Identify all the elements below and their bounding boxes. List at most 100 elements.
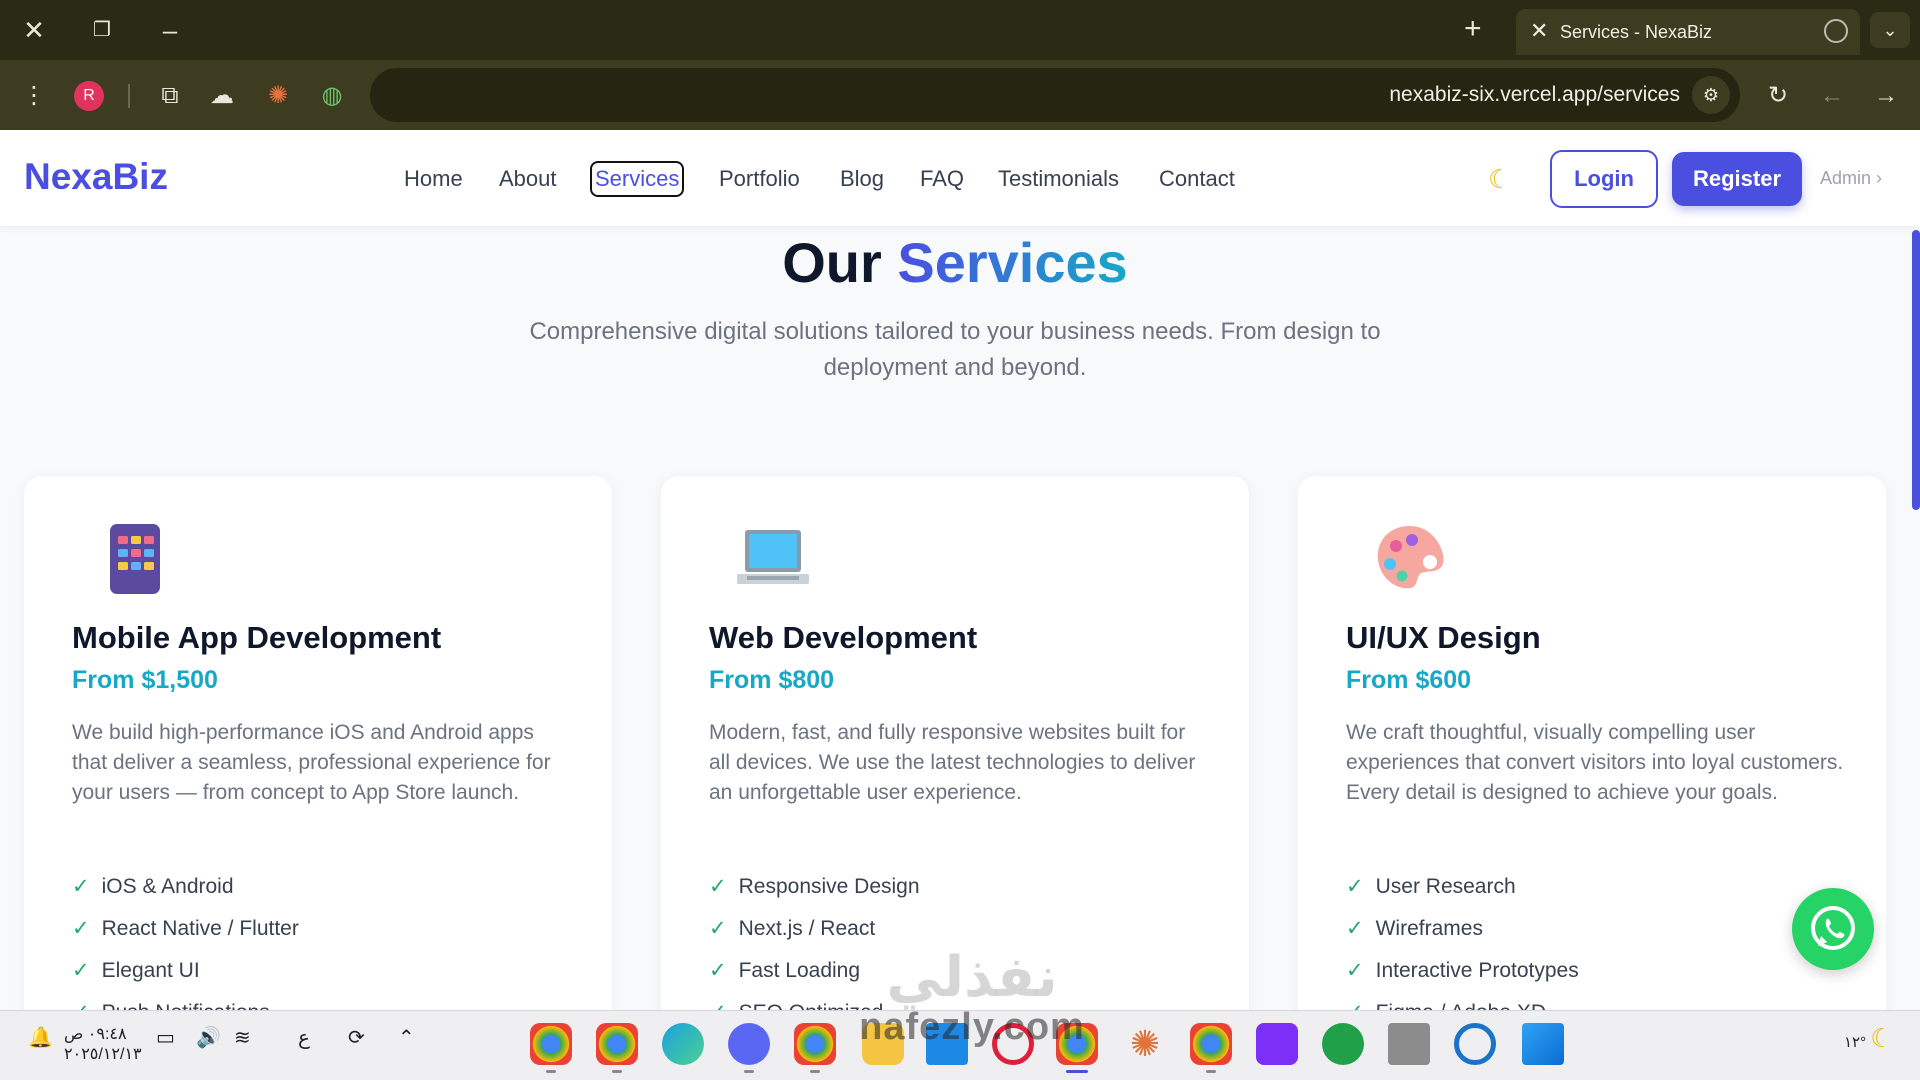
check-icon: ✓ [72, 959, 90, 982]
feature-label: Responsive Design [738, 875, 920, 898]
feature-item: ✓ iOS & Android [72, 874, 299, 916]
battery-icon[interactable]: ▭ [156, 1025, 175, 1050]
title-services: Services [897, 231, 1128, 294]
watermark-latin: nafezly.com [859, 1006, 1085, 1048]
check-icon: ✓ [1346, 1001, 1364, 1010]
extensions-icon[interactable]: ⧉ [154, 80, 186, 112]
extension-planet-icon[interactable]: ◍ [316, 80, 348, 112]
chrome-profile-orange-icon[interactable] [794, 1023, 836, 1073]
nav-link-portfolio[interactable]: Portfolio [719, 166, 800, 192]
tab-close-icon[interactable]: ✕ [1530, 18, 1548, 44]
site-logo[interactable]: NexaBiz [24, 156, 168, 198]
address-bar[interactable]: nexabiz-six.vercel.app/services ⚙ [370, 68, 1740, 122]
browser-menu-icon[interactable]: ⋮ [18, 80, 50, 112]
feature-item: ✓ Responsive Design [709, 874, 920, 916]
taskview-icon[interactable] [1388, 1023, 1430, 1065]
service-price: From $600 [1346, 666, 1472, 694]
nav-link-home[interactable]: Home [404, 166, 463, 192]
site-navbar: NexaBiz Home About Services Portfolio Bl… [0, 130, 1920, 226]
feature-label: Fast Loading [738, 959, 861, 982]
feature-list: ✓ User Research ✓ Wireframes ✓ Interactive … [1346, 874, 1579, 1010]
service-description: We craft thoughtful, visually compelling… [1346, 721, 1844, 804]
feature-label: Wireframes [1375, 917, 1483, 940]
feature-item: ✓ User Research [1346, 874, 1579, 916]
laptop-icon [737, 530, 809, 584]
chrome-profile-r-icon[interactable] [596, 1023, 638, 1073]
feature-label: Elegant UI [101, 959, 200, 982]
tablet-app-icon [110, 524, 160, 594]
window-minimize-icon[interactable]: – [148, 12, 192, 48]
page-viewport: NexaBiz Home About Services Portfolio Bl… [0, 130, 1920, 1010]
feature-item: ✓ Interactive Prototypes [1346, 958, 1579, 1000]
windows-start-icon[interactable] [1522, 1023, 1564, 1065]
notification-bell-icon[interactable]: 🔔 [28, 1025, 53, 1050]
chrome-profile-a-icon[interactable] [530, 1023, 572, 1073]
browser-tab[interactable]: ✕ Services - NexaBiz [1516, 9, 1860, 55]
register-button[interactable]: Register [1672, 152, 1802, 206]
service-price: From $800 [709, 666, 835, 694]
page-title: Our Services [0, 230, 1910, 295]
nav-link-faq[interactable]: FAQ [920, 166, 964, 192]
remote-app-icon[interactable] [1256, 1023, 1298, 1065]
check-icon: ✓ [1346, 917, 1364, 940]
window-close-icon[interactable]: ✕ [12, 12, 56, 48]
chevron-up-icon[interactable]: ⌃ [398, 1025, 415, 1050]
page-scrollbar[interactable] [1912, 230, 1920, 510]
tab-search-chevron-icon[interactable]: ⌄ [1870, 12, 1910, 48]
feature-label: Figma / Adobe XD [1376, 1001, 1546, 1010]
whatsapp-chat-button[interactable] [1792, 888, 1874, 970]
profile-avatar[interactable]: R [74, 81, 104, 111]
nav-link-testimonials[interactable]: Testimonials [998, 166, 1119, 192]
window-restore-icon[interactable]: ❐ [80, 12, 124, 48]
wifi-icon[interactable]: ≋ [234, 1025, 251, 1050]
taskbar-clock[interactable]: ٠٩:٤٨ ص ٢٠٢٥/١٢/١٣ [64, 1025, 142, 1065]
check-icon: ✓ [709, 959, 727, 982]
sync-icon[interactable]: ⟳ [348, 1025, 365, 1050]
service-price: From $1,500 [72, 666, 218, 694]
login-button[interactable]: Login [1550, 150, 1658, 208]
reload-icon[interactable]: ↻ [1762, 80, 1794, 112]
weather-widget[interactable]: ١٢° ☾ [1844, 1023, 1894, 1054]
service-card-web: Web Development From $800 Modern, fast, … [661, 476, 1249, 1010]
nav-link-blog[interactable]: Blog [840, 166, 884, 192]
browser-tab-bar: ✕ ❐ – + ✕ Services - NexaBiz ⌄ [0, 0, 1920, 60]
url-text[interactable]: nexabiz-six.vercel.app/services [1389, 83, 1680, 107]
back-arrow-icon[interactable]: ← [1816, 80, 1848, 112]
edge-icon[interactable] [662, 1023, 704, 1065]
terminal-chat-icon[interactable] [728, 1023, 770, 1073]
weather-moon-icon: ☾ [1870, 1023, 1894, 1053]
service-description: Modern, fast, and fully responsive websi… [709, 721, 1196, 804]
watermark-arabic: نفذلي [886, 945, 1058, 1010]
title-our: Our [782, 231, 898, 294]
check-icon: ✓ [72, 1001, 90, 1010]
feature-label: Push Notifications [102, 1001, 270, 1010]
service-title: Web Development [709, 620, 978, 655]
site-settings-icon[interactable]: ⚙ [1692, 76, 1730, 114]
chrome-profile-k-icon[interactable] [1190, 1023, 1232, 1073]
check-icon: ✓ [1346, 959, 1364, 982]
volume-icon[interactable]: 🔊 [196, 1025, 221, 1050]
forward-arrow-icon[interactable]: → [1870, 80, 1902, 112]
extension-blob-icon[interactable]: ☁ [206, 80, 238, 112]
check-icon: ✓ [709, 875, 727, 898]
check-icon: ✓ [72, 917, 90, 940]
input-language[interactable]: ع [298, 1025, 310, 1050]
clock-time: ٠٩:٤٨ ص [64, 1026, 127, 1043]
extension-star-icon[interactable]: ✺ [262, 80, 294, 112]
palette-icon [1377, 526, 1444, 589]
feature-label: User Research [1375, 875, 1516, 898]
feature-label: Next.js / React [738, 917, 876, 940]
admin-link[interactable]: Admin › [1820, 168, 1882, 189]
new-tab-icon[interactable]: + [1464, 12, 1482, 46]
feature-label: React Native / Flutter [101, 917, 299, 940]
check-icon: ✓ [1346, 875, 1364, 898]
search-icon[interactable] [1454, 1023, 1496, 1065]
nav-link-services[interactable]: Services [589, 161, 685, 197]
claude-icon[interactable]: ✺ [1124, 1023, 1166, 1065]
dark-mode-moon-icon[interactable]: ☾ [1488, 164, 1511, 195]
nav-link-contact[interactable]: Contact [1159, 166, 1235, 192]
feature-label: Interactive Prototypes [1375, 959, 1579, 982]
xbox-icon[interactable] [1322, 1023, 1364, 1065]
service-description: We build high-performance iOS and Androi… [72, 721, 551, 804]
nav-link-about[interactable]: About [499, 166, 557, 192]
